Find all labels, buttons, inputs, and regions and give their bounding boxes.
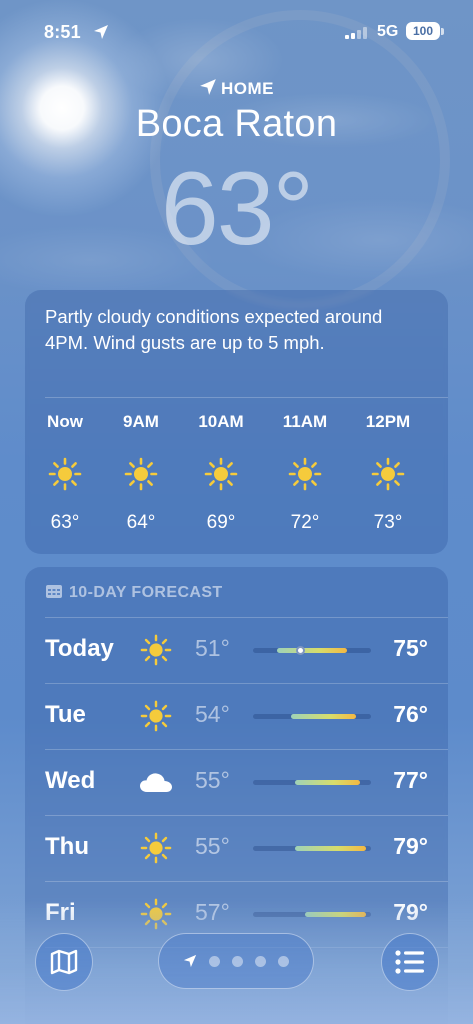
location-arrow-icon xyxy=(94,25,108,39)
forecast-row[interactable]: Thu 55° 79° xyxy=(25,815,448,881)
map-icon xyxy=(50,949,78,975)
signal-strength-icon xyxy=(345,27,369,39)
forecast-low: 55° xyxy=(195,767,230,793)
range-fill xyxy=(290,714,356,719)
forecast-row[interactable]: Today 51° 75° xyxy=(25,617,448,683)
forecast-high: 79° xyxy=(393,899,428,925)
hour-label: Now xyxy=(47,412,83,431)
forecast-high: 76° xyxy=(393,701,428,727)
hour-temp: 73° xyxy=(373,512,403,533)
forecast-high: 79° xyxy=(393,833,428,859)
forecast-day: Tue xyxy=(45,701,86,728)
temperature-range-bar xyxy=(253,714,371,719)
status-bar: 8:51 5G 100 xyxy=(0,0,473,60)
page-dot[interactable] xyxy=(209,955,220,967)
divider xyxy=(45,815,448,816)
page-dot[interactable] xyxy=(232,955,243,967)
hour-label: 9AM xyxy=(123,412,159,431)
forecast-low: 57° xyxy=(195,899,230,925)
divider xyxy=(45,881,448,882)
hour-item: 9AM 64° xyxy=(111,412,171,534)
forecast-title: 10-DAY FORECAST xyxy=(69,584,223,601)
hour-item: Now 63° xyxy=(35,412,95,534)
sun-icon xyxy=(35,457,95,491)
battery-tip xyxy=(441,28,444,35)
hour-label: 11AM xyxy=(282,412,328,431)
temperature-range-bar xyxy=(253,912,371,917)
forecast-low: 54° xyxy=(195,701,230,727)
city-list-button[interactable] xyxy=(381,933,439,991)
calendar-icon xyxy=(46,585,62,598)
home-label-text: HOME xyxy=(221,79,274,98)
forecast-low: 55° xyxy=(195,833,230,859)
network-type: 5G xyxy=(377,23,399,40)
forecast-low: 51° xyxy=(195,635,230,661)
hour-temp: 64° xyxy=(126,512,156,533)
divider xyxy=(45,749,448,750)
sun-icon xyxy=(275,457,335,491)
sun-icon xyxy=(111,457,171,491)
page-dot[interactable] xyxy=(255,955,266,967)
location-arrow-icon xyxy=(200,79,216,95)
divider xyxy=(45,397,448,398)
battery-icon: 100 xyxy=(406,22,440,40)
status-time: 8:51 xyxy=(44,22,81,42)
hour-temp: 72° xyxy=(290,512,320,533)
sun-icon xyxy=(139,633,173,667)
list-icon xyxy=(395,950,424,974)
page-indicator[interactable] xyxy=(158,933,314,989)
map-button[interactable] xyxy=(35,933,93,991)
hour-item: 12PM 73° xyxy=(358,412,418,534)
range-fill xyxy=(276,648,348,653)
forecast-day: Fri xyxy=(45,899,76,926)
temperature-range-bar xyxy=(253,646,371,655)
hour-label: 12PM xyxy=(365,412,411,431)
home-location-label: HOME xyxy=(0,78,473,99)
hour-item: 10AM 69° xyxy=(191,412,251,534)
page-dot[interactable] xyxy=(278,955,289,967)
hourly-forecast-card[interactable]: Partly cloudy conditions expected around… xyxy=(25,290,448,554)
divider xyxy=(45,683,448,684)
temperature-range-bar xyxy=(253,780,371,785)
current-temperature: 63° xyxy=(160,151,314,267)
hour-temp: 69° xyxy=(206,512,236,533)
cloud-icon xyxy=(139,765,173,799)
current-temp-dot xyxy=(295,646,305,655)
range-fill xyxy=(304,912,367,917)
sun-icon xyxy=(358,457,418,491)
hour-label: 10AM xyxy=(198,412,244,431)
location-arrow-icon xyxy=(183,954,197,968)
forecast-day: Wed xyxy=(45,767,96,794)
weather-summary: Partly cloudy conditions expected around… xyxy=(45,306,383,353)
forecast-day: Thu xyxy=(45,833,89,860)
forecast-header: 10-DAY FORECAST xyxy=(45,583,223,602)
sun-icon xyxy=(139,699,173,733)
sun-icon xyxy=(191,457,251,491)
forecast-row[interactable]: Tue 54° 76° xyxy=(25,683,448,749)
hour-item: 11AM 72° xyxy=(275,412,335,534)
forecast-row[interactable]: Wed 55° 77° xyxy=(25,749,448,815)
sun-icon xyxy=(139,831,173,865)
divider xyxy=(45,617,448,618)
range-fill xyxy=(295,780,361,785)
range-fill xyxy=(295,846,367,851)
forecast-high: 77° xyxy=(393,767,428,793)
sun-icon xyxy=(139,897,173,931)
forecast-high: 75° xyxy=(393,635,428,661)
forecast-day: Today xyxy=(45,635,114,662)
temperature-range-bar xyxy=(253,846,371,851)
hour-temp: 63° xyxy=(50,512,80,533)
city-name: Boca Raton xyxy=(135,103,338,145)
